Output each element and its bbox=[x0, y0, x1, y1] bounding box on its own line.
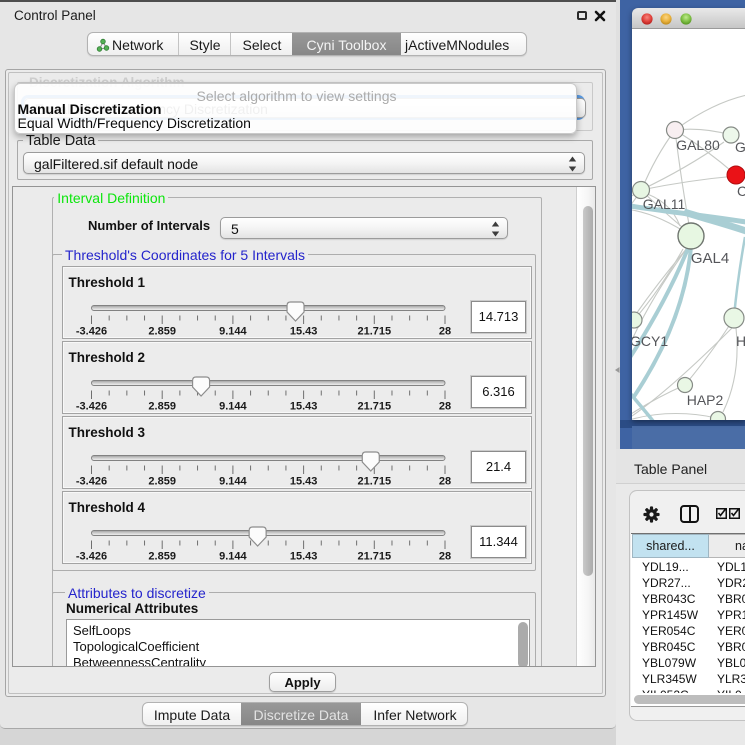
svg-text:HAP2: HAP2 bbox=[687, 392, 724, 408]
svg-text:15.43: 15.43 bbox=[290, 326, 318, 338]
svg-text:15.43: 15.43 bbox=[290, 401, 318, 413]
svg-text:2.859: 2.859 bbox=[148, 551, 176, 563]
svg-text:9.144: 9.144 bbox=[219, 401, 247, 413]
svg-text:2.859: 2.859 bbox=[148, 401, 176, 413]
svg-text:GAL80: GAL80 bbox=[676, 137, 720, 153]
svg-text:9.144: 9.144 bbox=[219, 326, 247, 338]
svg-text:28: 28 bbox=[439, 551, 451, 563]
svg-text:28: 28 bbox=[439, 401, 451, 413]
svg-text:2.859: 2.859 bbox=[148, 326, 176, 338]
svg-text:C: C bbox=[737, 183, 745, 199]
svg-text:28: 28 bbox=[439, 476, 451, 488]
svg-text:9.144: 9.144 bbox=[219, 476, 247, 488]
svg-text:GAL11: GAL11 bbox=[643, 196, 686, 212]
svg-text:15.43: 15.43 bbox=[290, 476, 318, 488]
svg-text:H: H bbox=[736, 333, 745, 349]
svg-text:21.715: 21.715 bbox=[357, 401, 391, 413]
svg-text:-3.426: -3.426 bbox=[76, 476, 107, 488]
svg-text:15.43: 15.43 bbox=[290, 551, 318, 563]
svg-text:21.715: 21.715 bbox=[357, 326, 391, 338]
svg-text:28: 28 bbox=[439, 326, 451, 338]
svg-text:21.715: 21.715 bbox=[357, 551, 391, 563]
svg-text:GCY1: GCY1 bbox=[632, 333, 668, 349]
svg-text:GA: GA bbox=[735, 139, 745, 155]
svg-text:-3.426: -3.426 bbox=[76, 326, 107, 338]
svg-text:21.715: 21.715 bbox=[357, 476, 391, 488]
svg-text:-3.426: -3.426 bbox=[76, 551, 107, 563]
svg-text:9.144: 9.144 bbox=[219, 551, 247, 563]
svg-text:2.859: 2.859 bbox=[148, 476, 176, 488]
svg-text:-3.426: -3.426 bbox=[76, 401, 107, 413]
svg-text:GAL4: GAL4 bbox=[691, 250, 729, 267]
